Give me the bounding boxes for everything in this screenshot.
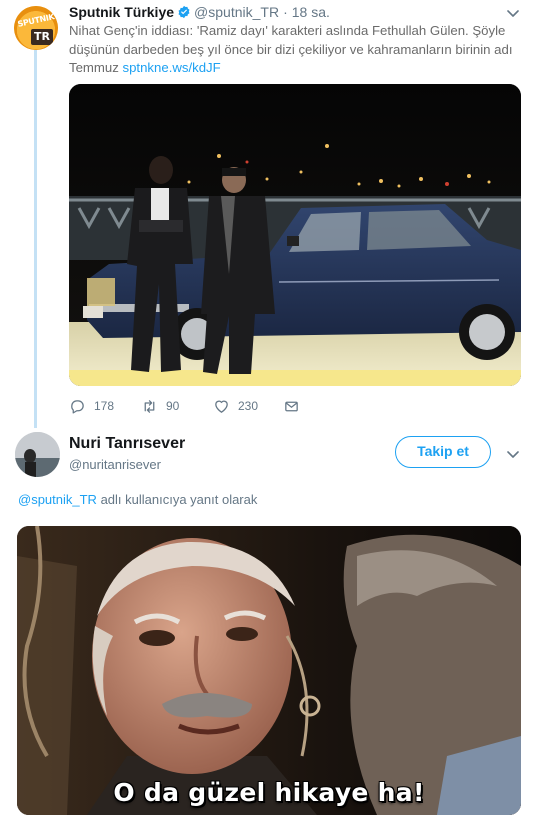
chevron-down-icon[interactable] (505, 5, 521, 21)
tweet-text-line: Temmuz sptnkne.ws/kdJF (69, 59, 521, 78)
tweet-header: Sputnik Türkiye @sputnik_TR · 18 sa. (69, 3, 330, 21)
image-subtitle: O da güzel hikaye ha! (113, 778, 425, 807)
reply-button[interactable]: 178 (69, 398, 141, 415)
photo-old-man-closeup (17, 526, 521, 815)
retweet-count: 90 (166, 399, 180, 413)
sputnik-avatar[interactable]: SPUTNIK TR (14, 6, 58, 50)
envelope-icon (285, 401, 298, 411)
reply-author-handle[interactable]: @nuritanrisever (69, 457, 161, 472)
tweet-link[interactable]: sptnkne.ws/kdJF (123, 60, 221, 75)
nuri-avatar[interactable] (15, 432, 60, 477)
reply-context-text: adlı kullanıcıya yanıt olarak (96, 492, 258, 507)
author-handle[interactable]: @sputnik_TR (194, 4, 279, 20)
avatar-photo (15, 432, 60, 477)
chevron-down-icon[interactable] (505, 446, 521, 462)
tweet-photo[interactable] (69, 84, 521, 386)
tweet-text-line: düşünün darbeden beş yıl önce bir dizi ç… (69, 41, 513, 57)
reply-mention-link[interactable]: @sputnik_TR (18, 492, 97, 507)
tweet-timestamp[interactable]: 18 sa. (292, 4, 330, 20)
like-count: 230 (238, 399, 259, 413)
retweet-icon (144, 399, 155, 413)
follow-button[interactable]: Takip et (395, 436, 491, 468)
heart-icon (215, 400, 228, 413)
tweet-text-fragment: Temmuz (69, 60, 123, 75)
reply-icon (71, 399, 84, 414)
like-button[interactable]: 230 (213, 398, 283, 415)
tweet-actions: 178 90 230 (69, 396, 308, 416)
header-separator: · (283, 4, 288, 20)
verified-badge-icon (177, 5, 191, 19)
reply-photo[interactable]: O da güzel hikaye ha! (17, 526, 521, 815)
reply-count: 178 (94, 399, 115, 413)
avatar-badge-text: TR (31, 29, 53, 45)
replying-to-context: @sputnik_TR adlı kullanıcıya yanıt olara… (18, 492, 257, 507)
tweet-text: Nihat Genç'in iddiası: 'Ramiz dayı' kara… (69, 22, 521, 78)
tweet-text-line: Nihat Genç'in iddiası: 'Ramiz dayı' kara… (69, 23, 506, 38)
retweet-button[interactable]: 90 (141, 398, 213, 415)
author-name[interactable]: Sputnik Türkiye (69, 4, 174, 20)
photo-night-scene (69, 84, 521, 386)
direct-message-button[interactable] (283, 398, 308, 415)
thread-connector-line (34, 50, 37, 428)
reply-author-name[interactable]: Nuri Tanrısever (69, 435, 185, 453)
